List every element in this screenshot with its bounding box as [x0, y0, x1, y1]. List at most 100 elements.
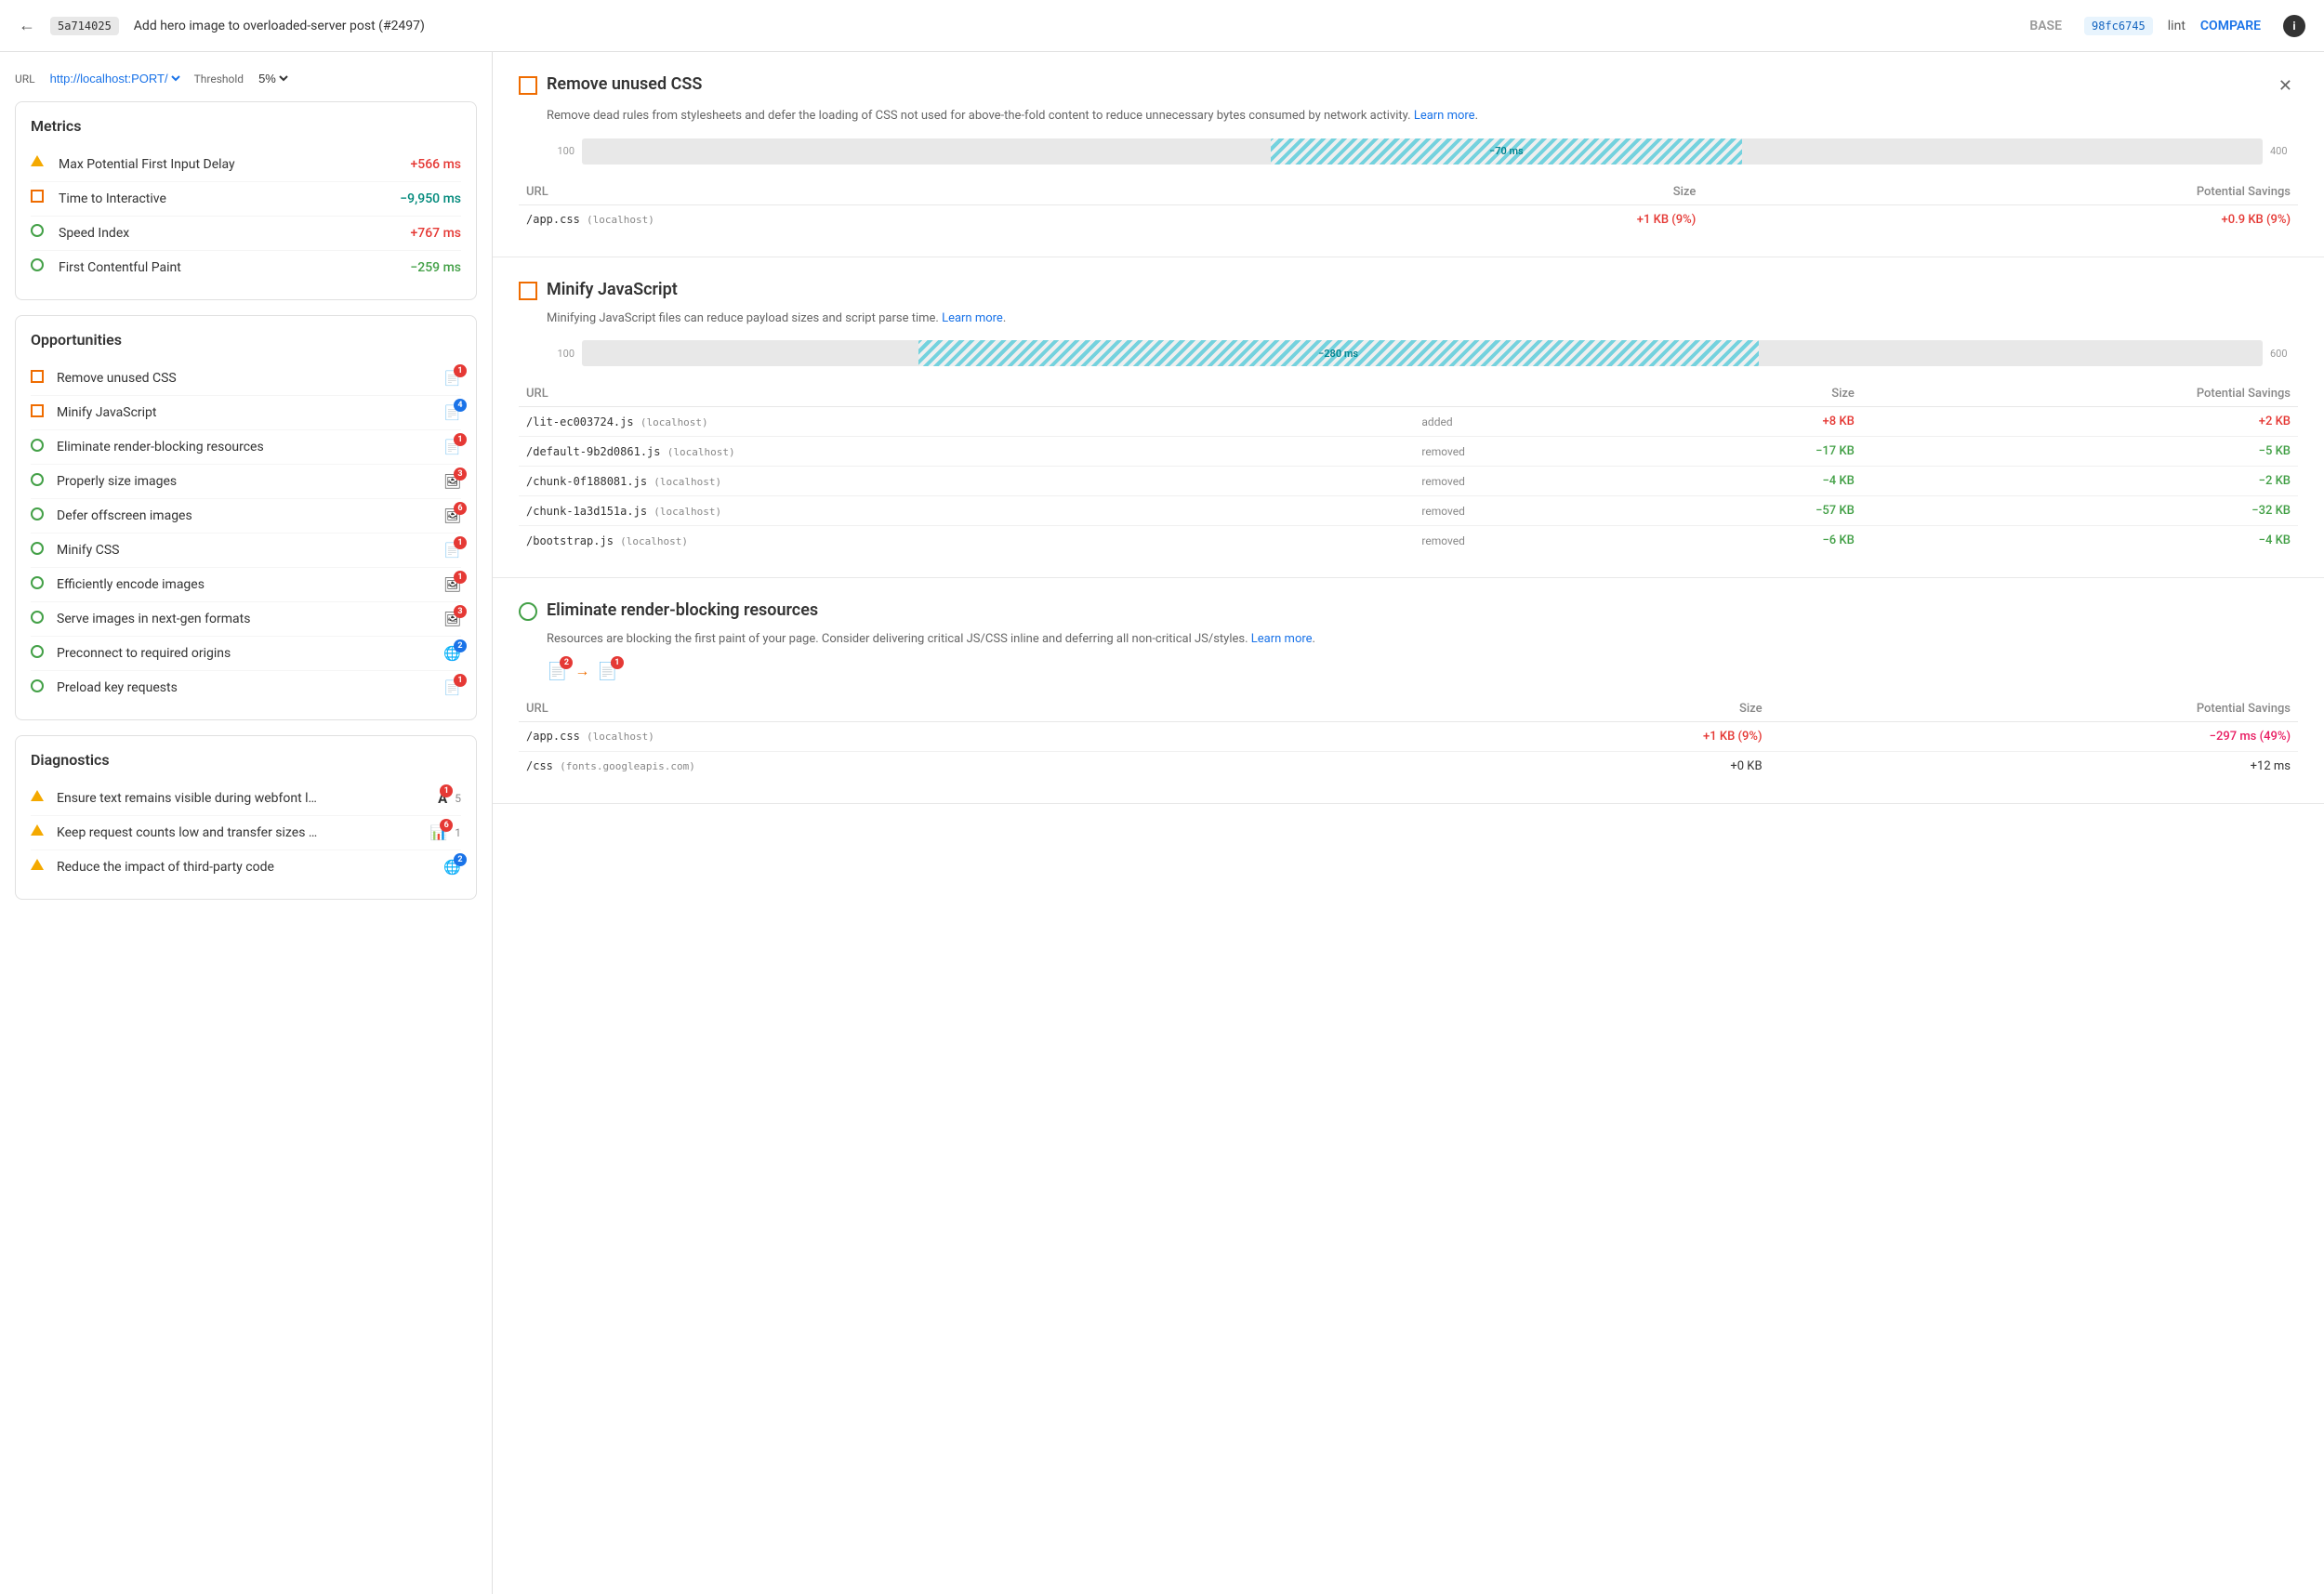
back-button[interactable]: ←: [19, 16, 35, 35]
badge-count: 1: [454, 571, 467, 584]
app-header: ← 5a714025 Add hero image to overloaded-…: [0, 0, 2324, 52]
diag-row[interactable]: Reduce the impact of third-party code 🌐 …: [31, 850, 461, 884]
cell-url: /css (fonts.googleapis.com): [519, 751, 1411, 781]
diag-name: Keep request counts low and transfer siz…: [57, 825, 430, 840]
metric-value: +566 ms: [410, 157, 461, 172]
opp-row[interactable]: Minify CSS 📄 1: [31, 534, 461, 568]
diag-badges: A 1 5: [438, 790, 461, 807]
cell-status: removed: [1414, 496, 1646, 526]
opp-row[interactable]: Preconnect to required origins 🌐 2: [31, 637, 461, 671]
detail-desc: Minifying JavaScript files can reduce pa…: [547, 310, 2298, 328]
opp-name: Minify CSS: [57, 543, 443, 558]
table-row: /css (fonts.googleapis.com) +0 KB +12 ms: [519, 751, 2298, 781]
elim-icons-row: 📄 2 → 📄 1: [547, 662, 2298, 681]
chart-row: 100 −70 ms 400: [547, 138, 2298, 165]
cell-savings: +0.9 KB (9%): [1703, 204, 2298, 234]
opp-row[interactable]: Defer offscreen images 🖼 6: [31, 499, 461, 534]
opp-row[interactable]: Efficiently encode images 🖼 1: [31, 568, 461, 602]
metric-name: Time to Interactive: [59, 191, 400, 206]
opp-badges: 📄 1: [443, 542, 461, 559]
circle-green-icon: [31, 258, 49, 277]
chart-end-label: 600: [2270, 348, 2298, 360]
metric-name: Max Potential First Input Delay: [59, 157, 410, 172]
badge-count: 2: [454, 639, 467, 652]
badge-count: 1: [454, 674, 467, 687]
opp-row[interactable]: Remove unused CSS 📄 1: [31, 362, 461, 396]
threshold-select[interactable]: 5%: [255, 71, 291, 86]
metric-value: +767 ms: [410, 226, 461, 241]
cell-savings: −32 KB: [1862, 496, 2298, 526]
detail-header: Eliminate render-blocking resources: [519, 600, 2298, 621]
opp-badges: 📄 1: [443, 439, 461, 455]
badge-file-elim-from: 📄 2: [547, 662, 567, 681]
commit-title: Add hero image to overloaded-server post…: [134, 19, 2008, 33]
diag-badges: 🌐 2: [443, 859, 461, 876]
badge-count: 3: [454, 605, 467, 618]
col-url: URL: [519, 381, 1414, 407]
col-size: Size: [1300, 179, 1703, 205]
metric-row: Time to Interactive −9,950 ms: [31, 182, 461, 217]
diag-row[interactable]: Keep request counts low and transfer siz…: [31, 816, 461, 850]
circle-green-icon: [31, 439, 47, 455]
opp-name: Preload key requests: [57, 680, 443, 695]
col-size: Size: [1411, 696, 1770, 722]
badge-count: 3: [454, 468, 467, 481]
circle-green-icon: [519, 602, 537, 621]
diag-name: Reduce the impact of third-party code: [57, 860, 443, 875]
col-status: [1414, 381, 1646, 407]
badge-count: 6: [440, 819, 453, 832]
badge-file: 📄 1: [443, 439, 461, 455]
tab-lint[interactable]: lint: [2168, 19, 2185, 33]
cell-status: removed: [1414, 437, 1646, 467]
opp-row[interactable]: Minify JavaScript 📄 4: [31, 396, 461, 430]
learn-more-link[interactable]: Learn more: [1251, 632, 1313, 646]
triangle-icon: [31, 155, 49, 174]
opp-row[interactable]: Preload key requests 📄 1: [31, 671, 461, 705]
info-button[interactable]: i: [2283, 15, 2305, 37]
circle-green-icon: [31, 224, 49, 243]
opp-name: Defer offscreen images: [57, 508, 443, 523]
cell-size: +1 KB (9%): [1411, 721, 1770, 751]
learn-more-link[interactable]: Learn more: [1414, 109, 1475, 123]
diag-badges: 📊 6 1: [430, 824, 461, 841]
cell-savings: +12 ms: [1770, 751, 2298, 781]
js-table: URL Size Potential Savings /lit-ec003724…: [519, 381, 2298, 555]
cell-url: /bootstrap.js (localhost): [519, 526, 1414, 556]
tab-base[interactable]: BASE: [2022, 19, 2069, 33]
threshold-label: Threshold: [194, 72, 244, 86]
square-orange-icon: [519, 282, 537, 300]
opp-row[interactable]: Eliminate render-blocking resources 📄 1: [31, 430, 461, 465]
metric-value: −259 ms: [410, 260, 461, 275]
cell-size: +1 KB (9%): [1300, 204, 1703, 234]
chart-bar-label: −280 ms: [1313, 348, 1364, 360]
metric-name: First Contentful Paint: [59, 260, 410, 275]
badge-count: 2: [454, 853, 467, 866]
chart-start-label: 100: [547, 348, 574, 360]
table-row: /chunk-1a3d151a.js (localhost) removed −…: [519, 496, 2298, 526]
circle-green-icon: [31, 611, 47, 627]
badge-file: 📄 1: [443, 679, 461, 696]
col-url: URL: [519, 696, 1411, 722]
metrics-card: Metrics Max Potential First Input Delay …: [15, 101, 477, 300]
detail-desc: Resources are blocking the first paint o…: [547, 630, 2298, 649]
opp-row[interactable]: Properly size images 🖼 3: [31, 465, 461, 499]
square-orange-icon: [519, 76, 537, 95]
opp-name: Eliminate render-blocking resources: [57, 440, 443, 454]
cell-savings: −4 KB: [1862, 526, 2298, 556]
cell-savings: −297 ms (49%): [1770, 721, 2298, 751]
cell-savings: −5 KB: [1862, 437, 2298, 467]
cell-status: removed: [1414, 526, 1646, 556]
opp-row[interactable]: Serve images in next-gen formats 🖼 3: [31, 602, 461, 637]
chart-container: 100 −280 ms 600: [547, 340, 2298, 366]
detail-header: Remove unused CSS ✕: [519, 74, 2298, 98]
table-row: /default-9b2d0861.js (localhost) removed…: [519, 437, 2298, 467]
cell-savings: +2 KB: [1862, 407, 2298, 437]
diag-row[interactable]: Ensure text remains visible during webfo…: [31, 782, 461, 816]
compare-button[interactable]: COMPARE: [2200, 19, 2261, 33]
learn-more-link[interactable]: Learn more: [942, 311, 1003, 325]
right-panel: Remove unused CSS ✕ Remove dead rules fr…: [493, 52, 2324, 1594]
close-button[interactable]: ✕: [2273, 74, 2298, 98]
square-orange-icon: [31, 370, 47, 387]
url-select[interactable]: http://localhost:PORT/: [46, 71, 183, 86]
opp-badges: 📄 1: [443, 370, 461, 387]
